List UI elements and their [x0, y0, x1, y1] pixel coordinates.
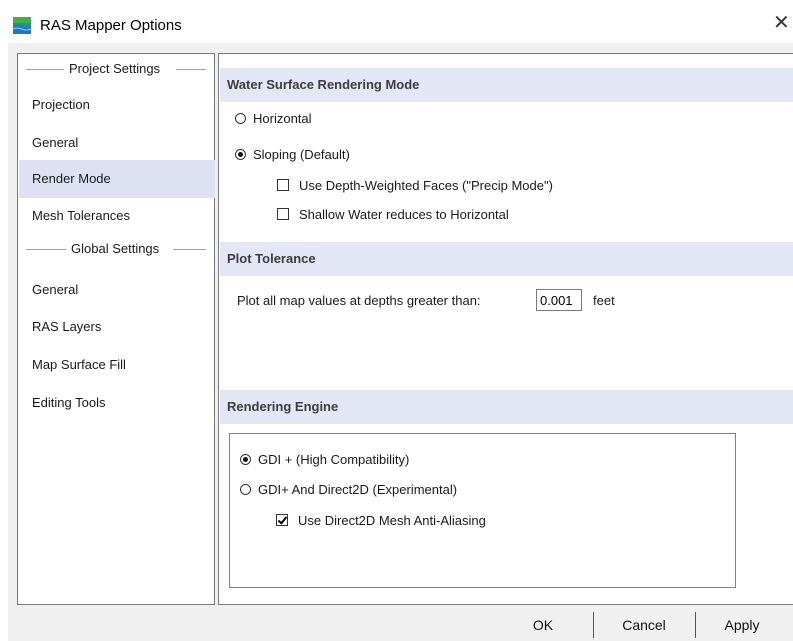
option-label: Sloping (Default): [253, 147, 350, 162]
plot-tolerance-header: Plot Tolerance: [220, 242, 793, 276]
radio-indicator[interactable]: [240, 454, 251, 465]
plot-tolerance-unit: feet: [593, 293, 615, 308]
divider: [173, 249, 206, 250]
depth-weighted-checkbox[interactable]: Use Depth-Weighted Faces ("Precip Mode"): [277, 178, 553, 193]
project-settings-header: Project Settings: [18, 61, 214, 77]
nav-item-mesh-tolerances[interactable]: Mesh Tolerances: [19, 197, 215, 235]
ras-mapper-app-icon: [13, 17, 31, 34]
checkbox-indicator[interactable]: [277, 208, 289, 220]
nav-item-ras-layers[interactable]: RAS Layers: [19, 308, 215, 346]
option-label: Use Direct2D Mesh Anti-Aliasing: [298, 513, 486, 528]
ok-button[interactable]: OK: [493, 609, 593, 641]
option-label: GDI + (High Compatibility): [258, 452, 410, 467]
apply-button[interactable]: Apply: [696, 609, 788, 641]
shallow-water-checkbox[interactable]: Shallow Water reduces to Horizontal: [277, 207, 509, 222]
rendering-engine-header: Rendering Engine: [220, 390, 793, 424]
nav-item-render-mode[interactable]: Render Mode: [19, 160, 215, 198]
render-mode-panel: Water Surface Rendering Mode Horizontal …: [218, 53, 793, 605]
option-label: Shallow Water reduces to Horizontal: [299, 207, 509, 222]
dialog-client: Project Settings Projection General Rend…: [8, 43, 793, 641]
group-label: Project Settings: [69, 61, 161, 76]
divider: [26, 69, 64, 70]
option-label: GDI+ And Direct2D (Experimental): [258, 482, 458, 497]
cancel-button[interactable]: Cancel: [594, 609, 694, 641]
settings-nav: Project Settings Projection General Rend…: [17, 53, 215, 605]
group-label: Global Settings: [71, 241, 160, 256]
plot-tolerance-input[interactable]: [536, 289, 582, 311]
nav-item-general[interactable]: General: [19, 124, 215, 162]
option-label: Use Depth-Weighted Faces ("Precip Mode"): [299, 178, 553, 193]
divider: [176, 69, 206, 70]
gdi-radio[interactable]: GDI + (High Compatibility): [240, 452, 409, 467]
checkbox-indicator[interactable]: [276, 514, 288, 526]
option-label: Horizontal: [253, 111, 312, 126]
plot-tolerance-prompt: Plot all map values at depths greater th…: [237, 293, 481, 308]
sloping-radio[interactable]: Sloping (Default): [235, 147, 350, 162]
nav-item-editing-tools[interactable]: Editing Tools: [19, 384, 215, 422]
radio-indicator[interactable]: [240, 484, 251, 495]
horizontal-radio[interactable]: Horizontal: [235, 111, 312, 126]
water-surface-header: Water Surface Rendering Mode: [220, 68, 793, 102]
radio-indicator[interactable]: [235, 113, 246, 124]
antialias-checkbox[interactable]: Use Direct2D Mesh Anti-Aliasing: [276, 513, 486, 528]
nav-item-map-surface-fill[interactable]: Map Surface Fill: [19, 346, 215, 384]
window-title: RAS Mapper Options: [40, 17, 182, 34]
nav-item-projection[interactable]: Projection: [19, 86, 215, 124]
nav-item-general-global[interactable]: General: [19, 271, 215, 309]
radio-indicator[interactable]: [235, 149, 246, 160]
close-icon[interactable]: ✕: [773, 13, 790, 33]
direct2d-radio[interactable]: GDI+ And Direct2D (Experimental): [240, 482, 457, 497]
checkbox-indicator[interactable]: [277, 179, 289, 191]
global-settings-header: Global Settings: [18, 241, 214, 257]
divider: [26, 249, 66, 250]
title-bar: RAS Mapper Options ✕: [0, 0, 793, 40]
